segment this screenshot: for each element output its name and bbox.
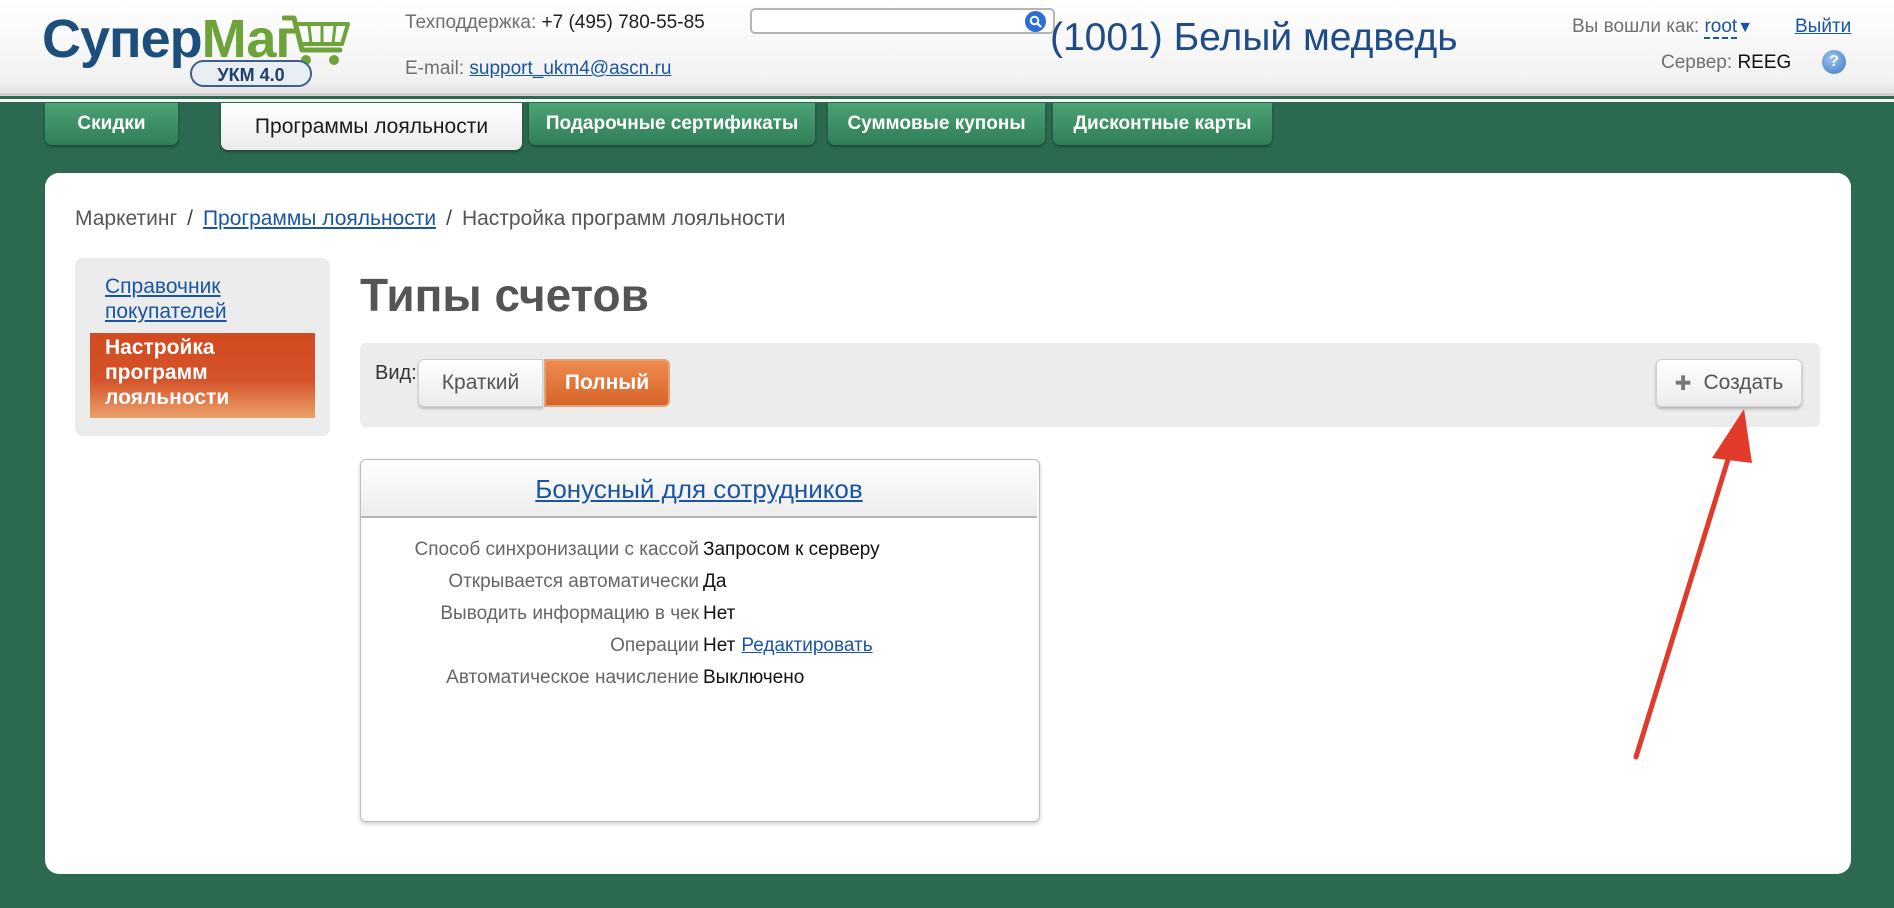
search-button[interactable] (1025, 11, 1046, 32)
page-title: Типы счетов (360, 269, 649, 321)
tab-loyalty-programs[interactable]: Программы лояльности (221, 103, 522, 150)
prop-label: Способ синхронизации с кассой (414, 539, 700, 560)
prop-value: Да (703, 571, 727, 592)
prop-value-operations: Нет Редактировать (703, 635, 873, 657)
prop-value: Запросом к серверу (703, 539, 880, 560)
server-info: Сервер: REEG (1661, 52, 1791, 74)
card-title-link[interactable]: Бонусный для сотрудников (361, 474, 1037, 505)
store-title: (1001) Белый медведь (1050, 16, 1458, 59)
logo-part-1: Супер (42, 9, 203, 69)
prop-value: Выключено (703, 667, 805, 688)
header-divider (0, 99, 1894, 102)
prop-value: Нет (703, 603, 736, 624)
logged-in-label: Вы вошли как: (1572, 16, 1700, 37)
user-menu[interactable]: root (1704, 16, 1738, 39)
tab-sum-coupons[interactable]: Суммовые купоны (828, 103, 1045, 145)
plus-icon: ✚ (1674, 372, 1692, 395)
logo[interactable]: СуперМаг УКМ 4.0 (42, 8, 352, 88)
server-value: REEG (1737, 52, 1792, 73)
tab-discounts[interactable]: Скидки (45, 103, 178, 145)
view-short-button[interactable]: Краткий (418, 359, 543, 407)
email-link[interactable]: support_ukm4@ascn.ru (469, 58, 671, 79)
server-label: Сервер: (1661, 52, 1733, 73)
help-icon[interactable]: ? (1822, 50, 1846, 74)
support-label: Техподдержка: (405, 12, 537, 33)
edit-operations-link[interactable]: Редактировать (741, 635, 872, 656)
support-phone: Техподдержка: +7 (495) 780-55-85 (405, 12, 705, 34)
chevron-down-icon[interactable]: ▼ (1737, 19, 1753, 36)
email-label: E-mail: (405, 58, 465, 79)
breadcrumb-current: Настройка программ лояльности (461, 207, 786, 230)
prop-label: Операции (610, 635, 699, 656)
breadcrumb-link-loyalty[interactable]: Программы лояльности (203, 207, 436, 230)
view-full-button[interactable]: Полный (544, 359, 670, 407)
prop-label: Выводить информацию в чек (440, 603, 699, 624)
create-label: Создать (1703, 371, 1784, 394)
tab-gift-certificates[interactable]: Подарочные сертификаты (529, 103, 815, 145)
support-email: E-mail: support_ukm4@ascn.ru (405, 58, 671, 80)
search-icon (1029, 15, 1042, 28)
prop-label: Автоматическое начисление (446, 667, 699, 688)
support-phone-value: +7 (495) 780-55-85 (541, 12, 705, 33)
prop-value: Нет (703, 635, 736, 656)
prop-label: Открывается автоматически (448, 571, 699, 592)
view-label: Вид: (375, 362, 417, 384)
breadcrumb-separator: / (446, 207, 452, 230)
search-input[interactable] (750, 8, 1055, 34)
sidebar-item-loyalty-settings[interactable]: Настройка программ лояльности (90, 333, 315, 418)
breadcrumb: Маркетинг / Программы лояльности / Настройка… (75, 207, 785, 231)
annotation-arrow-icon (1633, 409, 1752, 760)
logout-link[interactable]: Выйти (1795, 16, 1851, 38)
breadcrumb-separator: / (187, 207, 193, 230)
user-info: Вы вошли как: root▼ (1572, 16, 1753, 39)
tab-discount-cards[interactable]: Дисконтные карты (1053, 103, 1272, 145)
breadcrumb-root: Маркетинг (75, 207, 178, 230)
version-badge: УКМ 4.0 (190, 60, 312, 87)
sidebar-item-customers[interactable]: Справочник покупателей (105, 274, 305, 324)
